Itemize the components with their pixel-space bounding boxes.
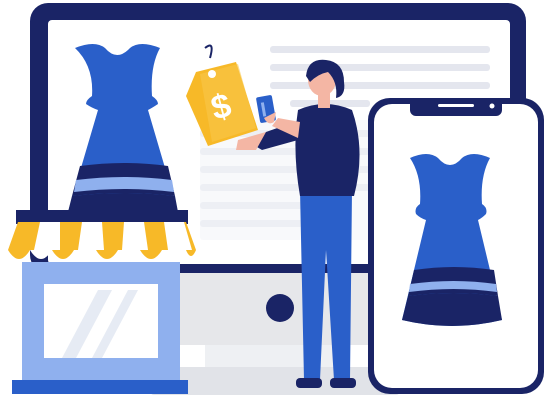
awning: [8, 210, 196, 259]
phone-speaker: [438, 104, 474, 107]
ecommerce-illustration: $: [8, 3, 544, 395]
store-floor: [12, 380, 188, 394]
woman-shoe-right: [330, 378, 356, 388]
power-button-icon: [266, 294, 294, 322]
phone-camera-icon: [489, 103, 495, 109]
monitor-stand: [205, 345, 345, 367]
woman-torso: [295, 104, 360, 196]
storefront: [8, 210, 196, 394]
woman-shoe-left: [296, 378, 322, 388]
smartphone: [368, 98, 544, 394]
